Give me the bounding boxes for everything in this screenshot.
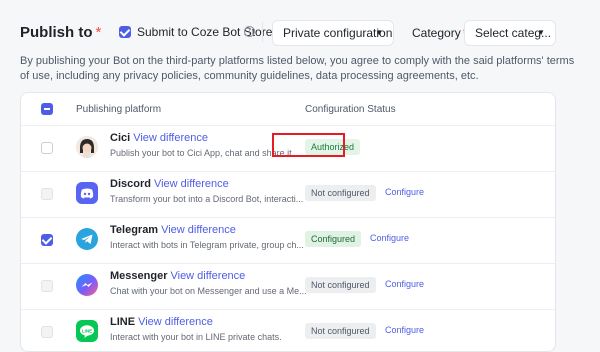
platform-name: Telegram View difference [110, 224, 236, 236]
category-label: Category* [412, 26, 467, 40]
platform-name: Cici View difference [110, 132, 208, 144]
status-badge: Not configured [305, 185, 376, 201]
view-difference-link[interactable]: View difference [154, 178, 229, 190]
row-checkbox [41, 280, 53, 292]
select-all-checkbox[interactable] [41, 103, 53, 115]
row-checkbox [41, 326, 53, 338]
configure-link[interactable]: Configure [385, 325, 424, 335]
title-text: Publish to [20, 24, 93, 41]
configure-link[interactable]: Configure [385, 279, 424, 289]
svg-text:LINE: LINE [82, 329, 92, 334]
status-badge: Not configured [305, 277, 376, 293]
platform-name-text: Telegram [110, 224, 159, 236]
platform-name: Messenger View difference [110, 270, 245, 282]
terms-description: By publishing your Bot on the third-part… [20, 55, 575, 82]
messenger-icon [76, 274, 98, 296]
telegram-icon [76, 228, 98, 250]
page-title: Publish to * [20, 24, 101, 41]
configure-link[interactable]: Configure [370, 233, 409, 243]
table-row: LINE LINE View difference Interact with you… [21, 309, 555, 351]
table-row: Discord View difference Transform your bot… [21, 171, 555, 218]
view-difference-link[interactable]: View difference [170, 270, 245, 282]
platform-description: Chat with your bot on Messenger and use … [110, 286, 307, 296]
status-badge: Not configured [305, 323, 376, 339]
platform-description: Interact with your bot in LINE private c… [110, 332, 282, 342]
info-icon[interactable]: i [244, 26, 255, 37]
chevron-down-icon: ▼ [375, 28, 383, 37]
platform-table: Publishing platform Configuration Status… [20, 92, 556, 352]
view-difference-link[interactable]: View difference [133, 132, 208, 144]
table-header: Publishing platform Configuration Status [21, 93, 555, 126]
line-icon: LINE [76, 320, 98, 342]
category-label-text: Category [412, 26, 461, 40]
row-checkbox[interactable] [41, 234, 53, 246]
category-select[interactable]: Select categ... ▼ [464, 20, 556, 46]
discord-icon [76, 182, 98, 204]
view-difference-link[interactable]: View difference [161, 224, 236, 236]
platform-name-text: Cici [110, 132, 131, 144]
private-configuration-dropdown[interactable]: Private configuration ▼ [272, 20, 394, 46]
highlight-box [272, 133, 345, 157]
row-checkbox[interactable] [41, 142, 53, 154]
cici-avatar-icon [76, 136, 98, 158]
status-badge: Configured [305, 231, 362, 247]
view-difference-link[interactable]: View difference [138, 316, 213, 328]
platform-name-text: LINE [110, 316, 136, 328]
table-row: Telegram View difference Interact with bot… [21, 217, 555, 264]
platform-name: Discord View difference [110, 178, 229, 190]
platform-description: Interact with bots in Telegram private, … [110, 240, 304, 250]
chevron-down-icon: ▼ [537, 28, 545, 37]
row-checkbox [41, 188, 53, 200]
platform-name-text: Discord [110, 178, 151, 190]
column-header-platform: Publishing platform [76, 104, 162, 115]
platform-description: Transform your bot into a Discord Bot, i… [110, 194, 304, 204]
required-mark: * [95, 24, 102, 41]
platform-name: LINE View difference [110, 316, 213, 328]
divider [262, 22, 263, 42]
table-row: Messenger View difference Chat with your b… [21, 263, 555, 310]
configure-link[interactable]: Configure [385, 187, 424, 197]
column-header-status: Configuration Status [305, 104, 396, 115]
platform-name-text: Messenger [110, 270, 168, 282]
submit-store-checkbox[interactable] [119, 26, 131, 38]
